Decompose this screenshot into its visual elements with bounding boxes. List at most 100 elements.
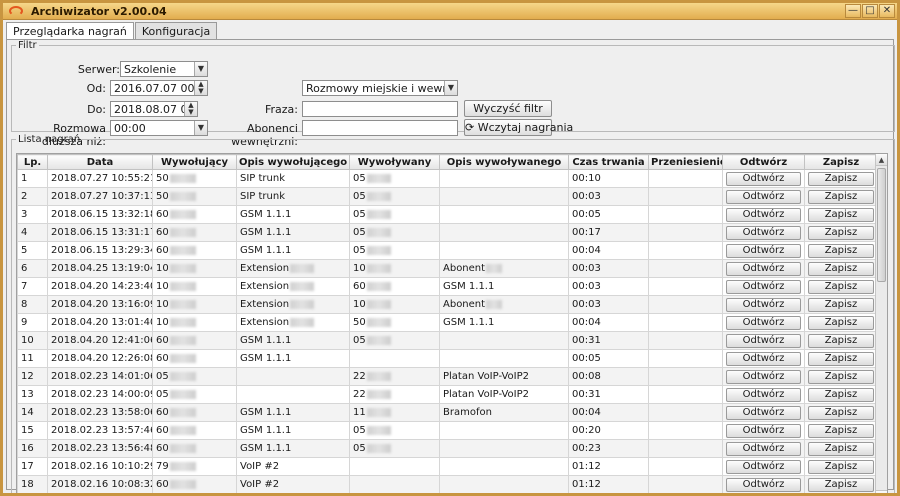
table-row[interactable]: 12 2018.02.23 14:01:06 05 22 Platan VoIP-VoI… (17, 367, 878, 386)
spinner-icon[interactable]: ▲ ▼ (184, 102, 197, 116)
play-button[interactable]: Odtwórz (726, 207, 801, 222)
clear-filter-button[interactable]: Wyczyść filtr (464, 100, 552, 117)
table-row[interactable]: 1 2018.07.27 10:55:21 50 SIP trunk 05 00:10 Od… (17, 169, 878, 188)
save-button[interactable]: Zapisz (808, 405, 874, 420)
play-button[interactable]: Odtwórz (726, 333, 801, 348)
save-button[interactable]: Zapisz (808, 297, 874, 312)
play-button[interactable]: Odtwórz (726, 423, 801, 438)
table-row[interactable]: 14 2018.02.23 13:58:06 60 GSM 1.1.1 11 Bramof… (17, 403, 878, 422)
cell-duration: 00:23 (568, 439, 649, 458)
save-button[interactable]: Zapisz (808, 207, 874, 222)
call-type-select[interactable]: Rozmowy miejskie i wewnętrzne ▼ (302, 80, 458, 96)
cell-callee: 05 (349, 205, 440, 224)
column-header-play[interactable]: Odtwórz (722, 154, 805, 170)
play-button[interactable]: Odtwórz (726, 315, 801, 330)
vertical-scrollbar[interactable]: ▲ ▼ (875, 154, 887, 493)
save-button[interactable]: Zapisz (808, 369, 874, 384)
save-button[interactable]: Zapisz (808, 171, 874, 186)
column-header-date[interactable]: Data (47, 154, 153, 170)
cell-date-text: 2018.07.27 10:37:13 (51, 191, 153, 202)
save-button[interactable]: Zapisz (808, 315, 874, 330)
tab-configuration[interactable]: Konfiguracja (134, 22, 218, 40)
play-button[interactable]: Odtwórz (726, 369, 801, 384)
phrase-input[interactable] (302, 101, 458, 117)
cell-duration-text: 00:31 (572, 335, 601, 346)
save-button[interactable]: Zapisz (808, 423, 874, 438)
column-header-caller-desc[interactable]: Opis wywołującego (236, 154, 350, 170)
save-button[interactable]: Zapisz (808, 333, 874, 348)
play-button[interactable]: Odtwórz (726, 441, 801, 456)
column-header-save[interactable]: Zapisz (804, 154, 878, 170)
server-select[interactable]: Szkolenie ▼ (120, 61, 208, 77)
scroll-down-icon[interactable]: ▼ (876, 490, 887, 493)
title-bar[interactable]: Archiwizator v2.00.04 — □ ✕ (3, 3, 897, 20)
play-button[interactable]: Odtwórz (726, 243, 801, 258)
minimize-icon[interactable]: — (845, 4, 861, 18)
table-row[interactable]: 9 2018.04.20 13:01:40 10 Extension 50 GSM 1.1… (17, 313, 878, 332)
cell-caller-desc: Extension (236, 259, 350, 278)
save-button[interactable]: Zapisz (808, 225, 874, 240)
cell-caller-text: 60 (156, 353, 169, 364)
cell-caller: 10 (152, 313, 237, 332)
play-button[interactable]: Odtwórz (726, 387, 801, 402)
column-header-duration[interactable]: Czas trwania (568, 154, 649, 170)
save-button[interactable]: Zapisz (808, 279, 874, 294)
redacted-blur (169, 263, 196, 273)
play-button[interactable]: Odtwórz (726, 261, 801, 276)
table-row[interactable]: 11 2018.04.20 12:26:08 60 GSM 1.1.1 00:05 Odt… (17, 349, 878, 368)
maximize-icon[interactable]: □ (862, 4, 878, 18)
from-datetime-input[interactable]: 2016.07.07 00:00:00 ▲▼ (110, 80, 208, 96)
save-button[interactable]: Zapisz (808, 477, 874, 492)
chevron-down-icon[interactable]: ▼ (194, 62, 207, 76)
save-button[interactable]: Zapisz (808, 261, 874, 276)
table-row[interactable]: 18 2018.02.16 10:08:32 60 VoIP #2 01:12 Odtwó… (17, 475, 878, 493)
play-button[interactable]: Odtwórz (726, 225, 801, 240)
play-button[interactable]: Odtwórz (726, 477, 801, 492)
table-row[interactable]: 10 2018.04.20 12:41:06 60 GSM 1.1.1 05 00:31 O… (17, 331, 878, 350)
redacted-blur (290, 263, 315, 273)
table-row[interactable]: 7 2018.04.20 14:23:40 10 Extension 60 GSM 1.1… (17, 277, 878, 296)
play-button[interactable]: Odtwórz (726, 279, 801, 294)
cell-duration: 00:03 (568, 259, 649, 278)
table-row[interactable]: 4 2018.06.15 13:31:17 60 GSM 1.1.1 05 00:17 Od… (17, 223, 878, 242)
column-header-caller[interactable]: Wywołujący (152, 154, 237, 170)
column-header-callee-desc[interactable]: Opis wywoływanego (439, 154, 569, 170)
cell-date-text: 2018.04.25 13:19:04 (51, 263, 153, 274)
save-button[interactable]: Zapisz (808, 351, 874, 366)
scroll-thumb[interactable] (877, 168, 886, 282)
save-button[interactable]: Zapisz (808, 387, 874, 402)
play-button[interactable]: Odtwórz (726, 405, 801, 420)
chevron-down-icon[interactable]: ▼ (444, 81, 457, 95)
save-button[interactable]: Zapisz (808, 189, 874, 204)
play-button[interactable]: Odtwórz (726, 171, 801, 186)
save-button[interactable]: Zapisz (808, 243, 874, 258)
column-header-transfer[interactable]: Przeniesienie (648, 154, 723, 170)
cell-callee-desc (439, 475, 569, 493)
column-header-lp[interactable]: Lp. (17, 154, 48, 170)
column-header-callee[interactable]: Wywoływany (349, 154, 440, 170)
table-row[interactable]: 3 2018.06.15 13:32:18 60 GSM 1.1.1 05 00:05 Od… (17, 205, 878, 224)
table-row[interactable]: 13 2018.02.23 14:00:09 05 22 Platan VoIP-VoI… (17, 385, 878, 404)
cell-transfer (648, 439, 723, 458)
play-button[interactable]: Odtwórz (726, 459, 801, 474)
to-datetime-input[interactable]: 2018.08.07 00:00:00 ▲▼ (110, 101, 198, 117)
table-row[interactable]: 15 2018.02.23 13:57:46 60 GSM 1.1.1 05 00:20 O… (17, 421, 878, 440)
cell-lp-text: 2 (21, 191, 28, 202)
scroll-up-icon[interactable]: ▲ (876, 154, 887, 166)
close-icon[interactable]: ✕ (879, 4, 895, 18)
table-row[interactable]: 8 2018.04.20 13:16:09 10 Extension 10 Abonent… (17, 295, 878, 314)
cell-caller-desc (236, 385, 350, 404)
table-row[interactable]: 6 2018.04.25 13:19:04 10 Extension 10 Abonent… (17, 259, 878, 278)
spinner-icon[interactable]: ▲ ▼ (194, 81, 207, 95)
table-row[interactable]: 2 2018.07.27 10:37:13 50 SIP trunk 05 00:03 Od… (17, 187, 878, 206)
cell-duration: 00:08 (568, 367, 649, 386)
cell-caller-text: 60 (156, 479, 169, 490)
play-button[interactable]: Odtwórz (726, 189, 801, 204)
table-row[interactable]: 5 2018.06.15 13:29:34 60 GSM 1.1.1 05 00:04 Od… (17, 241, 878, 260)
play-button[interactable]: Odtwórz (726, 297, 801, 312)
table-row[interactable]: 17 2018.02.16 10:10:29 79 VoIP #2 01:12 Odtwó… (17, 457, 878, 476)
table-row[interactable]: 16 2018.02.23 13:56:48 60 GSM 1.1.1 05 00:23 O… (17, 439, 878, 458)
save-button[interactable]: Zapisz (808, 441, 874, 456)
play-button[interactable]: Odtwórz (726, 351, 801, 366)
save-button[interactable]: Zapisz (808, 459, 874, 474)
